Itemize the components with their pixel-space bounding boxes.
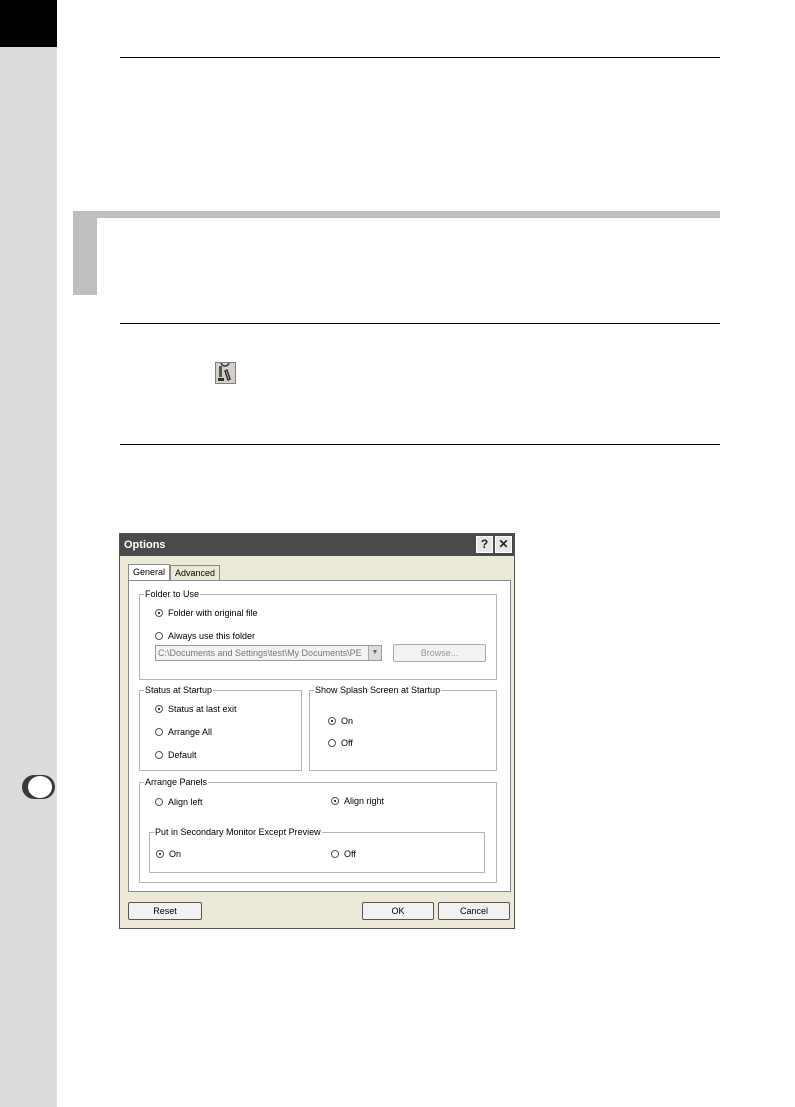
page-corner-block <box>0 0 57 47</box>
dialog-title: Options <box>124 539 166 551</box>
tab-general[interactable]: General <box>128 564 171 581</box>
radio-label: Status at last exit <box>168 704 237 714</box>
folder-path-value: C:\Documents and Settings\test\My Docume… <box>158 648 362 658</box>
radio-unselected-icon <box>155 751 163 759</box>
divider-top <box>120 57 720 58</box>
tab-advanced[interactable]: Advanced <box>170 565 221 581</box>
options-dialog: Options ? ✕ General Advanced Folder to U… <box>119 533 515 929</box>
chapter-marker-inner <box>28 776 52 798</box>
radio-label: On <box>341 716 354 726</box>
radio-selected-icon <box>331 797 339 805</box>
section-heading-block <box>73 211 97 295</box>
radio-unselected-icon <box>155 798 163 806</box>
arrange-panels-group: Arrange Panels Align left Align right Pu… <box>139 777 497 883</box>
chevron-down-icon[interactable]: ▼ <box>368 646 381 660</box>
status-last-exit-radio[interactable]: Status at last exit <box>155 704 237 714</box>
secondary-on-radio[interactable]: On <box>156 849 181 859</box>
status-arrange-all-radio[interactable]: Arrange All <box>155 727 212 737</box>
align-right-radio[interactable]: Align right <box>331 796 384 806</box>
dialog-titlebar[interactable]: Options ? ✕ <box>120 534 514 556</box>
radio-unselected-icon <box>328 739 336 747</box>
radio-label: Folder with original file <box>168 608 258 618</box>
folder-path-combo[interactable]: C:\Documents and Settings\test\My Docume… <box>155 645 382 661</box>
page-side-strip <box>0 0 57 1107</box>
radio-label: Off <box>341 738 353 748</box>
radio-label: On <box>169 849 182 859</box>
radio-unselected-icon <box>331 850 339 858</box>
radio-label: Always use this folder <box>168 631 256 641</box>
folder-group-title: Folder to Use <box>144 589 201 599</box>
splash-screen-group: Show Splash Screen at Startup On Off <box>309 685 497 771</box>
reset-button[interactable]: Reset <box>128 902 202 920</box>
folder-always-radio[interactable]: Always use this folder <box>155 631 255 641</box>
help-button[interactable]: ? <box>476 536 493 553</box>
section-heading-bar <box>73 211 720 218</box>
radio-selected-icon <box>156 850 164 858</box>
radio-label: Arrange All <box>168 727 213 737</box>
folder-original-radio[interactable]: Folder with original file <box>155 608 258 618</box>
radio-label: Off <box>344 849 356 859</box>
radio-label: Default <box>168 750 197 760</box>
radio-label: Align left <box>168 797 203 807</box>
divider-step-top <box>120 323 720 324</box>
cancel-button[interactable]: Cancel <box>438 902 510 920</box>
divider-step-bottom <box>120 444 720 445</box>
align-left-radio[interactable]: Align left <box>155 797 203 807</box>
radio-selected-icon <box>155 705 163 713</box>
radio-unselected-icon <box>155 728 163 736</box>
startup-group-title: Status at Startup <box>144 685 214 695</box>
splash-group-title: Show Splash Screen at Startup <box>314 685 442 695</box>
radio-unselected-icon <box>155 632 163 640</box>
browse-button[interactable]: Browse... <box>393 644 486 662</box>
options-wrench-icon <box>215 362 236 384</box>
secondary-off-radio[interactable]: Off <box>331 849 356 859</box>
radio-selected-icon <box>155 609 163 617</box>
secondary-group-title: Put in Secondary Monitor Except Preview <box>154 827 322 837</box>
status-startup-group: Status at Startup Status at last exit Ar… <box>139 685 302 771</box>
splash-off-radio[interactable]: Off <box>328 738 353 748</box>
status-default-radio[interactable]: Default <box>155 750 197 760</box>
secondary-monitor-group: Put in Secondary Monitor Except Preview … <box>149 827 485 873</box>
radio-label: Align right <box>344 796 385 806</box>
radio-selected-icon <box>328 717 336 725</box>
splash-on-radio[interactable]: On <box>328 716 353 726</box>
general-tab-panel: Folder to Use Folder with original file … <box>128 580 511 892</box>
folder-to-use-group: Folder to Use Folder with original file … <box>139 589 497 680</box>
arrange-group-title: Arrange Panels <box>144 777 209 787</box>
ok-button[interactable]: OK <box>362 902 434 920</box>
close-button[interactable]: ✕ <box>495 536 512 553</box>
